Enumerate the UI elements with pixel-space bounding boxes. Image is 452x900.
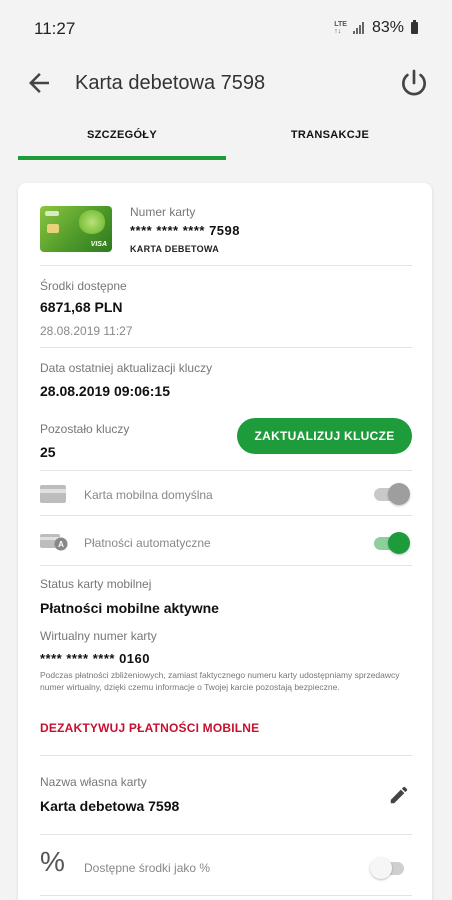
virtual-number-last-digits: 0160 <box>119 651 150 666</box>
divider <box>40 347 412 348</box>
divider <box>40 834 412 835</box>
keys-left-label: Pozostało kluczy <box>40 422 130 436</box>
default-card-label: Karta mobilna domyślna <box>84 488 213 502</box>
signal-icon <box>352 22 364 34</box>
card-image: VISA <box>40 206 112 252</box>
visa-logo: VISA <box>90 241 107 248</box>
page-title: Karta debetowa 7598 <box>75 72 266 94</box>
credit-card-icon <box>40 485 66 503</box>
card-art <box>78 210 106 234</box>
toggle-thumb <box>388 532 410 554</box>
keys-update-value: 28.08.2019 09:06:15 <box>40 383 170 399</box>
tab-details[interactable]: SZCZEGÓŁY <box>18 114 226 162</box>
card-chip-icon <box>47 224 59 233</box>
tab-transactions[interactable]: TRANSAKCJE <box>226 114 434 162</box>
auto-payments-label: Płatności automatyczne <box>84 536 211 550</box>
percent-icon: % <box>40 846 65 877</box>
battery-icon <box>411 20 418 34</box>
virtual-number-mask: **** **** **** <box>40 651 115 666</box>
mobile-status-value: Płatności mobilne aktywne <box>40 600 219 616</box>
divider <box>40 755 412 756</box>
svg-text:A: A <box>58 540 64 549</box>
network-type-label: LTE <box>334 21 347 28</box>
app-bar: Karta debetowa 7598 <box>0 52 452 114</box>
funds-label: Środki dostępne <box>40 279 127 293</box>
deactivate-mobile-payments-link[interactable]: DEZAKTYWUJ PŁATNOŚCI MOBILNE <box>40 721 259 735</box>
virtual-number-value: **** **** **** 0160 <box>40 651 150 666</box>
divider <box>40 470 412 471</box>
percent-funds-toggle[interactable] <box>370 857 410 879</box>
card-number-label: Numer karty <box>130 205 196 219</box>
card-details-panel: VISA Numer karty **** **** **** 7598 KAR… <box>18 183 432 900</box>
tab-bar: SZCZEGÓŁY TRANSAKCJE <box>0 114 452 162</box>
card-number-mask: **** **** **** <box>130 223 205 238</box>
status-bar: 11:27 LTE ↑↓ 83% <box>0 0 452 52</box>
funds-amount: 6871,68 PLN <box>40 299 123 315</box>
auto-payment-card-icon: A <box>40 534 68 551</box>
keys-update-label: Data ostatniej aktualizacji kluczy <box>40 361 213 375</box>
battery-percent: 83% <box>371 19 404 36</box>
virtual-number-label: Wirtualny numer karty <box>40 629 157 643</box>
network-type-icon: LTE ↑↓ <box>334 21 347 35</box>
status-icons: LTE ↑↓ 83% <box>334 19 418 37</box>
custom-name-value: Karta debetowa 7598 <box>40 798 180 814</box>
custom-name-label: Nazwa własna karty <box>40 775 147 789</box>
status-time: 11:27 <box>34 19 76 38</box>
network-data-arrows: ↑↓ <box>334 28 342 35</box>
card-type: KARTA DEBETOWA <box>130 244 220 254</box>
keys-left-value: 25 <box>40 444 56 460</box>
card-number-last-digits: 7598 <box>209 223 240 238</box>
divider <box>40 265 412 266</box>
bank-logo-icon <box>45 211 59 216</box>
back-arrow-icon[interactable] <box>24 68 54 98</box>
edit-pencil-icon[interactable] <box>388 784 410 806</box>
divider <box>40 515 412 516</box>
percent-funds-label: Dostępne środki jako % <box>84 861 211 875</box>
toggle-thumb <box>370 857 392 879</box>
mobile-status-label: Status karty mobilnej <box>40 577 152 591</box>
toggle-thumb <box>388 483 410 505</box>
auto-payments-toggle[interactable] <box>370 532 410 554</box>
card-masked-number: **** **** **** 7598 <box>130 223 240 238</box>
divider <box>40 895 412 896</box>
active-tab-indicator <box>18 156 226 160</box>
virtual-number-note: Podczas płatności zbliżeniowych, zamiast… <box>40 670 400 692</box>
power-icon[interactable] <box>398 67 430 99</box>
update-keys-button[interactable]: ZAKTUALIZUJ KLUCZE <box>237 418 412 454</box>
default-card-toggle[interactable] <box>370 483 410 505</box>
divider <box>40 565 412 566</box>
funds-timestamp: 28.08.2019 11:27 <box>40 324 133 338</box>
